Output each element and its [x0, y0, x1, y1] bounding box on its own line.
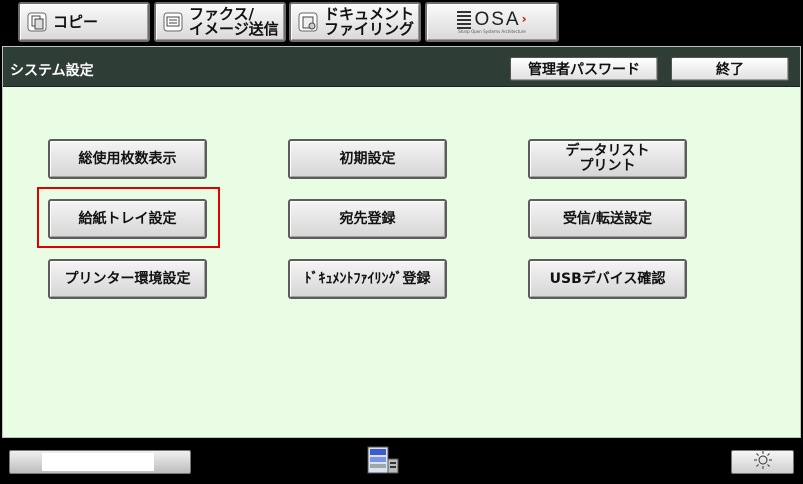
tab-copy-label: コピー	[53, 12, 99, 31]
printer-machine-icon[interactable]	[364, 443, 402, 479]
total-count-button[interactable]: 総使用枚数表示	[48, 139, 207, 179]
fax-icon	[162, 11, 184, 33]
tab-doc-label-line2: ファイリング	[324, 20, 415, 38]
tab-copy[interactable]: コピー	[18, 2, 150, 42]
mode-tab-bar: コピー ファクス/ イメージ送信 ドキュメント ファイリング OSA › Sha…	[0, 0, 803, 44]
document-filing-icon	[297, 11, 319, 33]
printer-settings-button[interactable]: プリンター環境設定	[48, 259, 207, 299]
brightness-button[interactable]	[731, 450, 794, 474]
osa-tagline: Sharp Open Systems Architecture	[458, 28, 526, 34]
tab-osa[interactable]: OSA › Sharp Open Systems Architecture	[425, 2, 559, 42]
osa-logo-text: OSA	[474, 9, 521, 30]
copy-icon	[26, 11, 48, 33]
tab-document-filing[interactable]: ドキュメント ファイリング	[289, 2, 421, 42]
page-title: システム設定	[10, 63, 94, 79]
tab-fax-image-send[interactable]: ファクス/ イメージ送信	[154, 2, 286, 42]
initial-settings-button[interactable]: 初期設定	[288, 139, 447, 179]
end-button[interactable]: 終了	[671, 57, 789, 81]
data-list-print-button[interactable]: データリスト プリント	[528, 139, 687, 179]
job-status-button[interactable]	[9, 450, 191, 474]
title-bar: システム設定 管理者パスワード 終了	[3, 47, 800, 87]
job-status-display	[42, 453, 154, 471]
document-filing-registration-button[interactable]: ﾄﾞｷｭﾒﾝﾄﾌｧｲﾘﾝｸﾞ登録	[288, 259, 447, 299]
tab-fax-label-line2: イメージ送信	[189, 20, 279, 38]
address-registration-button[interactable]: 宛先登録	[288, 199, 447, 239]
receive-forward-settings-button[interactable]: 受信/転送設定	[528, 199, 687, 239]
osa-logo: OSA › Sharp Open Systems Architecture	[457, 9, 527, 34]
brightness-icon	[753, 451, 773, 473]
osa-stripes-icon	[457, 10, 472, 29]
usb-device-check-button[interactable]: USBデバイス確認	[528, 259, 687, 299]
selection-highlight	[37, 187, 220, 248]
admin-password-button[interactable]: 管理者パスワード	[510, 57, 658, 81]
